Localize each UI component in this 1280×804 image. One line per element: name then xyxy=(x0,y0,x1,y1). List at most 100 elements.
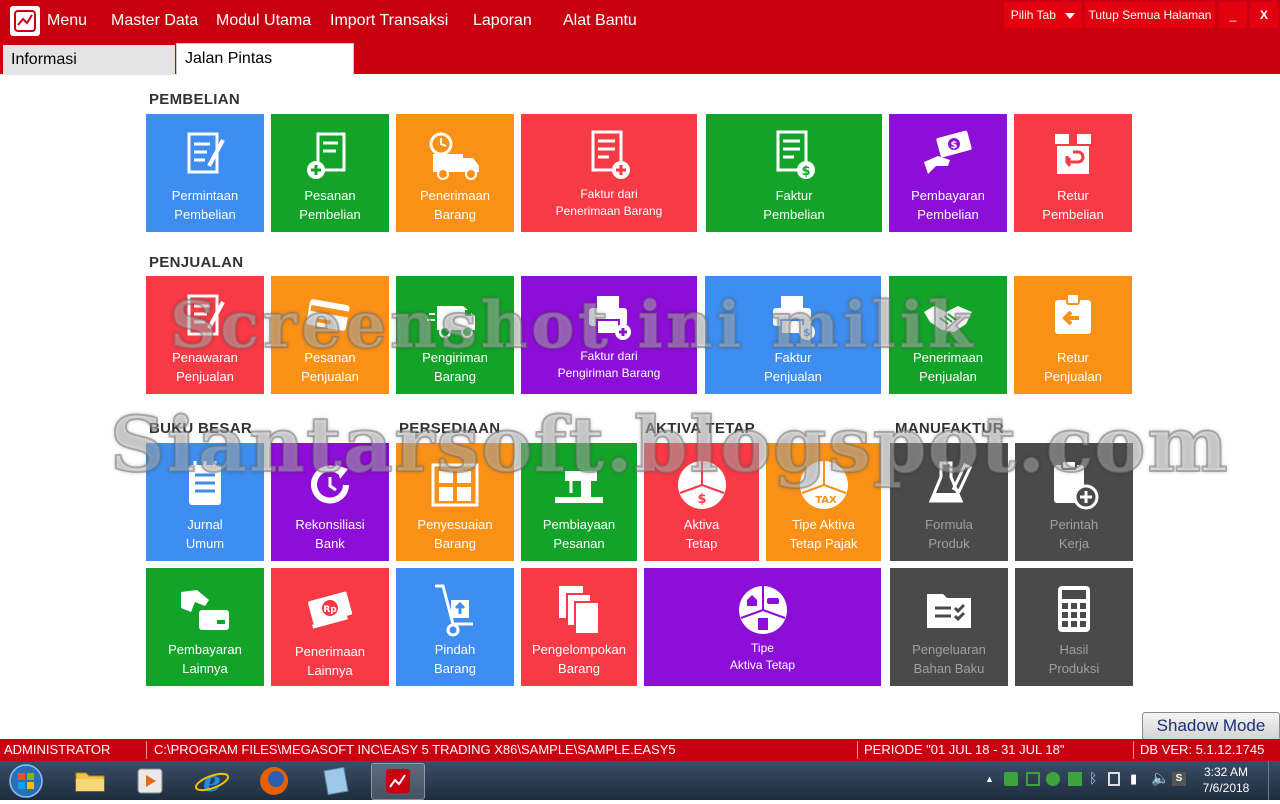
tile-label-2: Produk xyxy=(928,536,970,551)
file-explorer-icon[interactable] xyxy=(64,763,116,798)
system-clock[interactable]: 3:32 AM 7/6/2018 xyxy=(1196,764,1256,796)
tile-label-2: Bahan Baku xyxy=(913,661,985,676)
status-user: ADMINISTRATOR xyxy=(4,742,111,757)
menu-laporan[interactable]: Laporan xyxy=(473,11,532,31)
delivery-truck-clock-icon xyxy=(429,132,479,180)
tile-aktiva-tetap[interactable]: $ Aktiva Tetap xyxy=(644,443,759,561)
tray-update-icon[interactable] xyxy=(1068,772,1082,786)
svg-text:$: $ xyxy=(801,164,810,179)
show-desktop-button[interactable] xyxy=(1268,761,1280,800)
tile-label-2: Barang xyxy=(558,661,600,676)
tile-perintah-kerja[interactable]: Perintah Kerja xyxy=(1015,443,1133,561)
handshake-icon xyxy=(924,306,972,332)
clock-date: 7/6/2018 xyxy=(1202,781,1250,795)
tile-label-1: Tipe xyxy=(751,641,774,655)
tile-faktur-penerimaan-barang[interactable]: Faktur dari Penerimaan Barang xyxy=(521,114,697,232)
tile-label-2: Barang xyxy=(434,661,476,676)
tile-penawaran-penjualan[interactable]: Penawaran Penjualan xyxy=(146,276,264,394)
tile-label-2: Pesanan xyxy=(553,536,605,551)
tile-label-1: Hasil xyxy=(1059,642,1089,657)
box-return-icon xyxy=(1055,134,1091,174)
tile-pengeluaran-bahan-baku[interactable]: Pengeluaran Bahan Baku xyxy=(890,568,1008,686)
tile-penyesuaian-barang[interactable]: Penyesuaian Barang xyxy=(396,443,514,561)
menu-import-transaksi[interactable]: Import Transaksi xyxy=(330,11,448,31)
tray-app-icon[interactable] xyxy=(1004,772,1018,786)
tile-penerimaan-lainnya[interactable]: Rp Penerimaan Lainnya xyxy=(271,568,389,686)
tile-label-1: Retur xyxy=(1057,350,1089,365)
tutup-semua-halaman-button[interactable]: Tutup Semua Halaman xyxy=(1085,2,1215,28)
tile-label-1: Penerimaan xyxy=(912,350,984,365)
tile-label-2: Tetap Pajak xyxy=(789,536,858,551)
notes-app-icon[interactable] xyxy=(310,763,362,798)
tile-label-2: Umum xyxy=(185,536,225,551)
tile-penerimaan-penjualan[interactable]: Penerimaan Penjualan xyxy=(889,276,1007,394)
tray-sync-icon[interactable] xyxy=(1046,772,1060,786)
bluetooth-icon[interactable]: ᛒ xyxy=(1089,770,1097,786)
warehouse-shelf-icon xyxy=(431,463,479,507)
firefox-icon[interactable] xyxy=(248,763,300,798)
menu-menu[interactable]: Menu xyxy=(47,11,87,31)
tray-check-icon[interactable] xyxy=(1026,772,1040,786)
tab-jalan-pintas[interactable]: Jalan Pintas xyxy=(176,43,354,75)
tile-pesanan-penjualan[interactable]: Pesanan Penjualan xyxy=(271,276,389,394)
tile-pengelompokan-barang[interactable]: Pengelompokan Barang xyxy=(521,568,637,686)
show-hidden-icons-icon[interactable]: ▲ xyxy=(985,774,994,784)
network-signal-icon[interactable]: ▮ xyxy=(1130,771,1137,787)
tile-faktur-pengiriman-barang[interactable]: Faktur dari Pengiriman Barang xyxy=(521,276,697,394)
easy-accounting-app-icon[interactable] xyxy=(371,763,425,800)
calculator-icon xyxy=(1058,586,1090,632)
status-database-path: C:\PROGRAM FILES\MEGASOFT INC\EASY 5 TRA… xyxy=(154,742,676,757)
tile-label-2: Produksi xyxy=(1048,661,1100,676)
tile-formula-produk[interactable]: Formula Produk xyxy=(890,443,1008,561)
tile-label-2: Penjualan xyxy=(1044,369,1102,384)
package-return-icon xyxy=(1055,293,1091,334)
tile-pembayaran-pembelian[interactable]: $ Pembayaran Pembelian xyxy=(889,114,1007,232)
tile-label-2: Barang xyxy=(434,369,476,384)
tile-label-2: Aktiva Tetap xyxy=(729,658,796,672)
tile-label-2: Pengiriman Barang xyxy=(557,366,661,380)
hand-money-icon: $ xyxy=(924,130,972,174)
status-periode: PERIODE "01 JUL 18 - 31 JUL 18" xyxy=(864,742,1065,757)
app-logo-icon[interactable] xyxy=(10,6,40,36)
tile-retur-pembelian[interactable]: Retur Pembelian xyxy=(1014,114,1132,232)
shadow-mode-button[interactable]: Shadow Mode xyxy=(1142,712,1280,740)
tile-pembayaran-lainnya[interactable]: Pembayaran Lainnya xyxy=(146,568,264,686)
pilih-tab-button[interactable]: Pilih Tab xyxy=(1004,2,1082,28)
tile-tipe-aktiva-tetap-pajak[interactable]: TAX Tipe Aktiva Tetap Pajak xyxy=(766,443,881,561)
media-player-icon[interactable] xyxy=(124,763,176,798)
tile-label-1: Faktur dari xyxy=(580,349,638,363)
tax-pie-icon: TAX xyxy=(799,461,848,509)
internet-explorer-icon[interactable]: e xyxy=(186,763,238,798)
tile-pembiayaan-pesanan[interactable]: Pembiayaan Pesanan xyxy=(521,443,637,561)
delivery-van-icon xyxy=(427,306,475,338)
tab-informasi[interactable]: Informasi xyxy=(3,45,175,75)
minimize-button[interactable]: _ xyxy=(1219,2,1247,28)
menu-modul-utama[interactable]: Modul Utama xyxy=(216,11,311,31)
close-button[interactable]: X xyxy=(1250,2,1278,28)
tile-pesanan-pembelian[interactable]: Pesanan Pembelian xyxy=(271,114,389,232)
tile-permintaan-pembelian[interactable]: Permintaan Pembelian xyxy=(146,114,264,232)
tile-rekonsiliasi-bank[interactable]: Rekonsiliasi Bank xyxy=(271,443,389,561)
tile-hasil-produksi[interactable]: Hasil Produksi xyxy=(1015,568,1133,686)
tile-label-1: Pengeluaran xyxy=(912,642,986,657)
tile-label-1: Pindah xyxy=(434,642,476,657)
windows-start-icon[interactable] xyxy=(6,762,46,800)
tile-faktur-pembelian[interactable]: $ Faktur Pembelian xyxy=(706,114,882,232)
menu-master-data[interactable]: Master Data xyxy=(111,11,198,31)
tray-s-icon[interactable]: S xyxy=(1172,772,1186,786)
flag-icon[interactable] xyxy=(1108,772,1120,786)
tile-pengiriman-barang[interactable]: Pengiriman Barang xyxy=(396,276,514,394)
menu-alat-bantu[interactable]: Alat Bantu xyxy=(563,11,637,31)
tile-faktur-penjualan[interactable]: $ Faktur Penjualan xyxy=(705,276,881,394)
tile-tipe-aktiva-tetap[interactable]: Tipe Aktiva Tetap xyxy=(644,568,881,686)
tile-penerimaan-barang[interactable]: Penerimaan Barang xyxy=(396,114,514,232)
tile-label-2: Pembelian xyxy=(917,207,979,222)
tile-jurnal-umum[interactable]: Jurnal Umum xyxy=(146,443,264,561)
menu-bar: Menu Master Data Modul Utama Import Tran… xyxy=(0,0,1280,75)
tile-pindah-barang[interactable]: Pindah Barang xyxy=(396,568,514,686)
section-persediaan: PERSEDIAAN xyxy=(399,420,501,437)
tile-retur-penjualan[interactable]: Retur Penjualan xyxy=(1014,276,1132,394)
document-add-icon xyxy=(307,132,346,179)
volume-icon[interactable]: 🔈 xyxy=(1151,769,1170,787)
tile-label-1: Faktur xyxy=(775,188,813,203)
